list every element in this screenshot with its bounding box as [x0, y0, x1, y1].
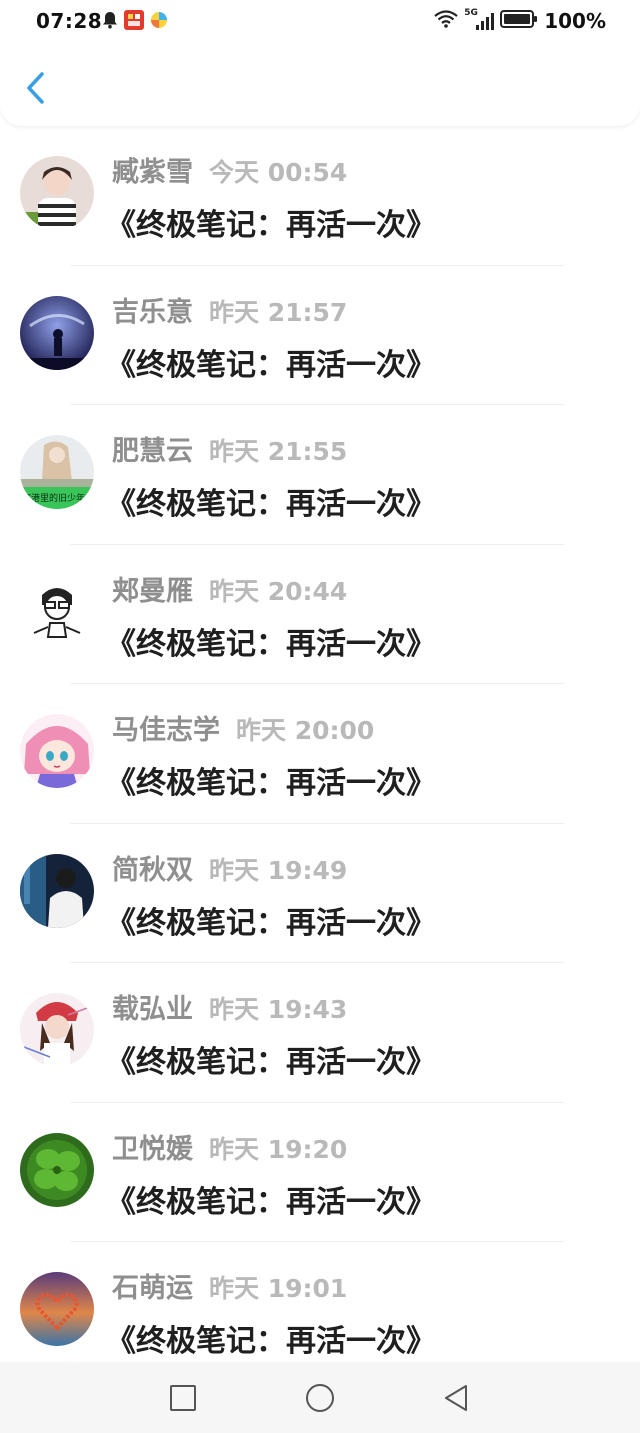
message-time: 昨天 20:44: [209, 576, 348, 606]
message-time: 昨天 21:57: [209, 297, 348, 327]
user-name[interactable]: 肥慧云: [112, 436, 193, 467]
app-red-icon: [124, 10, 144, 34]
name-line: 卫悦媛 昨天 19:20: [112, 1127, 347, 1166]
message-list[interactable]: 臧紫雪 今天 00:54 《终极笔记：再活一次》 吉乐意 昨天 21:57 《终…: [0, 126, 640, 1362]
message-time: 昨天 19:49: [209, 855, 348, 885]
message-text: 《终极笔记：再活一次》: [106, 1184, 436, 1220]
home-icon: [306, 1384, 334, 1412]
app-color-icon: [150, 11, 168, 33]
message-text: 《终极笔记：再活一次》: [106, 1324, 436, 1359]
avatar[interactable]: [20, 574, 94, 649]
battery-icon: [500, 9, 538, 33]
message-text: 《终极笔记：再活一次》: [106, 766, 436, 801]
message-time: 昨天 19:20: [209, 1134, 348, 1164]
wifi-icon: [434, 10, 458, 32]
home-button[interactable]: [304, 1382, 336, 1414]
list-item[interactable]: 马佳志学 昨天 20:00 《终极笔记：再活一次》: [0, 684, 640, 824]
message-time: 昨天 19:01: [209, 1274, 348, 1303]
avatar-caption: 家港里的旧少年: [22, 492, 85, 504]
system-icons: 5G 100%: [434, 8, 606, 33]
system-nav-bar: [0, 1362, 640, 1433]
user-name[interactable]: 简秋双: [112, 855, 193, 886]
user-name[interactable]: 石萌运: [112, 1273, 193, 1304]
signal-icon: 5G: [464, 8, 495, 31]
message-text: 《终极笔记：再活一次》: [106, 487, 436, 522]
avatar[interactable]: [20, 853, 94, 928]
list-item[interactable]: 简秋双 昨天 19:49 《终极笔记：再活一次》: [0, 824, 640, 963]
avatar[interactable]: [20, 1132, 94, 1207]
name-line: 臧紫雪 今天 00:54: [112, 150, 347, 189]
avatar[interactable]: 家港里的旧少年: [20, 435, 94, 509]
list-item[interactable]: 卫悦媛 昨天 19:20 《终极笔记：再活一次》: [0, 1103, 640, 1242]
chevron-left-icon: [27, 72, 44, 104]
list-item[interactable]: 吉乐意 昨天 21:57 《终极笔记：再活一次》: [0, 266, 640, 405]
back-nav-button[interactable]: [440, 1382, 472, 1414]
avatar[interactable]: [20, 714, 94, 788]
name-line: 石萌运 昨天 19:01: [112, 1266, 347, 1305]
message-time: 昨天 19:43: [209, 995, 348, 1024]
user-name[interactable]: 载弘业: [112, 994, 193, 1025]
back-triangle-icon: [445, 1385, 467, 1411]
status-bar: 07:28 5G 100%: [0, 0, 640, 44]
message-text: 《终极笔记：再活一次》: [106, 208, 436, 243]
message-text: 《终极笔记：再活一次》: [106, 905, 436, 941]
avatar[interactable]: [20, 295, 94, 370]
avatar[interactable]: [20, 993, 94, 1067]
list-item[interactable]: 郏曼雁 昨天 20:44 《终极笔记：再活一次》: [0, 545, 640, 684]
notification-icons: [102, 10, 168, 34]
message-time: 今天 00:54: [209, 158, 348, 187]
user-name[interactable]: 卫悦媛: [112, 1134, 193, 1165]
name-line: 马佳志学 昨天 20:00: [112, 708, 374, 747]
user-name[interactable]: 马佳志学: [112, 715, 220, 746]
bell-icon: [102, 11, 118, 33]
avatar[interactable]: [20, 1272, 94, 1346]
back-button[interactable]: [18, 68, 52, 108]
name-line: 肥慧云 昨天 21:55: [112, 429, 347, 468]
user-name[interactable]: 臧紫雪: [112, 157, 193, 188]
battery-percent: 100%: [544, 9, 606, 33]
list-item[interactable]: 石萌运 昨天 19:01 《终极笔记：再活一次》: [0, 1242, 640, 1362]
user-name[interactable]: 郏曼雁: [112, 576, 193, 607]
header: [0, 44, 640, 126]
message-text: 《终极笔记：再活一次》: [106, 347, 436, 383]
list-item[interactable]: 载弘业 昨天 19:43 《终极笔记：再活一次》: [0, 963, 640, 1103]
name-line: 载弘业 昨天 19:43: [112, 987, 347, 1026]
list-item[interactable]: 家港里的旧少年 肥慧云 昨天 21:55 《终极笔记：再活一次》: [0, 405, 640, 545]
message-time: 昨天 20:00: [236, 716, 375, 745]
recent-apps-icon: [170, 1385, 196, 1411]
status-time: 07:28: [36, 9, 103, 33]
message-text: 《终极笔记：再活一次》: [106, 626, 436, 662]
message-text: 《终极笔记：再活一次》: [106, 1045, 436, 1080]
user-name[interactable]: 吉乐意: [112, 297, 193, 328]
recent-apps-button[interactable]: [167, 1382, 199, 1414]
name-line: 郏曼雁 昨天 20:44: [112, 569, 347, 608]
name-line: 吉乐意 昨天 21:57: [112, 290, 347, 329]
message-time: 昨天 21:55: [209, 437, 348, 466]
list-item[interactable]: 臧紫雪 今天 00:54 《终极笔记：再活一次》: [0, 126, 640, 266]
name-line: 简秋双 昨天 19:49: [112, 848, 347, 887]
avatar[interactable]: [20, 156, 94, 230]
